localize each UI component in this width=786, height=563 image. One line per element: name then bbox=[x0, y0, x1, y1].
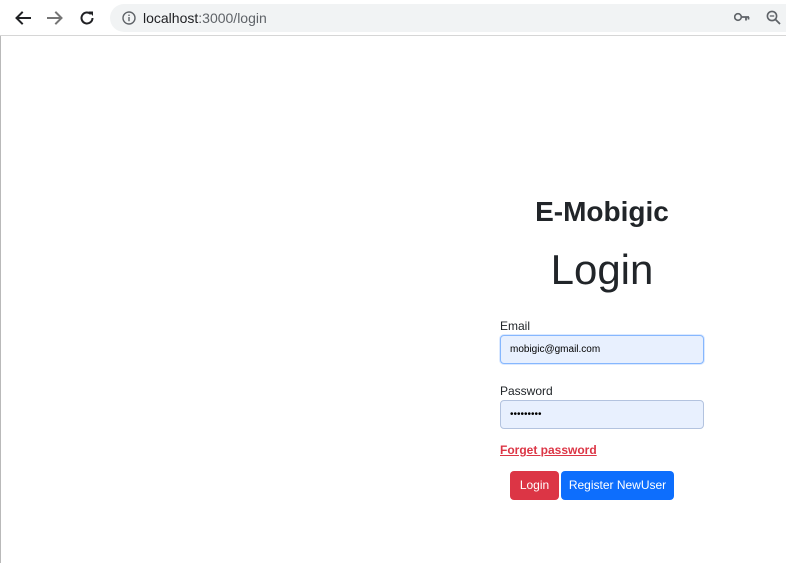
email-field[interactable] bbox=[500, 335, 704, 364]
back-button[interactable] bbox=[11, 6, 35, 30]
back-arrow-icon bbox=[15, 11, 31, 25]
password-label: Password bbox=[500, 384, 553, 398]
page-title: Login bbox=[550, 246, 654, 293]
email-label: Email bbox=[500, 319, 531, 333]
login-button[interactable]: Login bbox=[510, 471, 559, 500]
url-host: localhost bbox=[143, 10, 199, 26]
forgot-password-link[interactable]: Forget password bbox=[500, 443, 597, 457]
browser-toolbar: localhost:3000/login bbox=[0, 0, 786, 36]
info-icon[interactable] bbox=[122, 11, 136, 25]
reload-icon bbox=[80, 11, 94, 25]
key-icon[interactable] bbox=[734, 11, 750, 23]
forward-button[interactable] bbox=[43, 6, 67, 30]
register-button[interactable]: Register NewUser bbox=[561, 471, 674, 500]
zoom-icon[interactable] bbox=[766, 10, 781, 25]
address-bar[interactable]: localhost:3000/login bbox=[110, 4, 786, 32]
password-field[interactable] bbox=[500, 400, 704, 429]
url-path: :3000/login bbox=[198, 10, 267, 26]
brand-title: E-Mobigic bbox=[535, 196, 669, 227]
window-edge bbox=[0, 36, 1, 563]
forward-arrow-icon bbox=[47, 11, 63, 25]
reload-button[interactable] bbox=[75, 6, 99, 30]
url-text[interactable]: localhost:3000/login bbox=[143, 10, 267, 26]
